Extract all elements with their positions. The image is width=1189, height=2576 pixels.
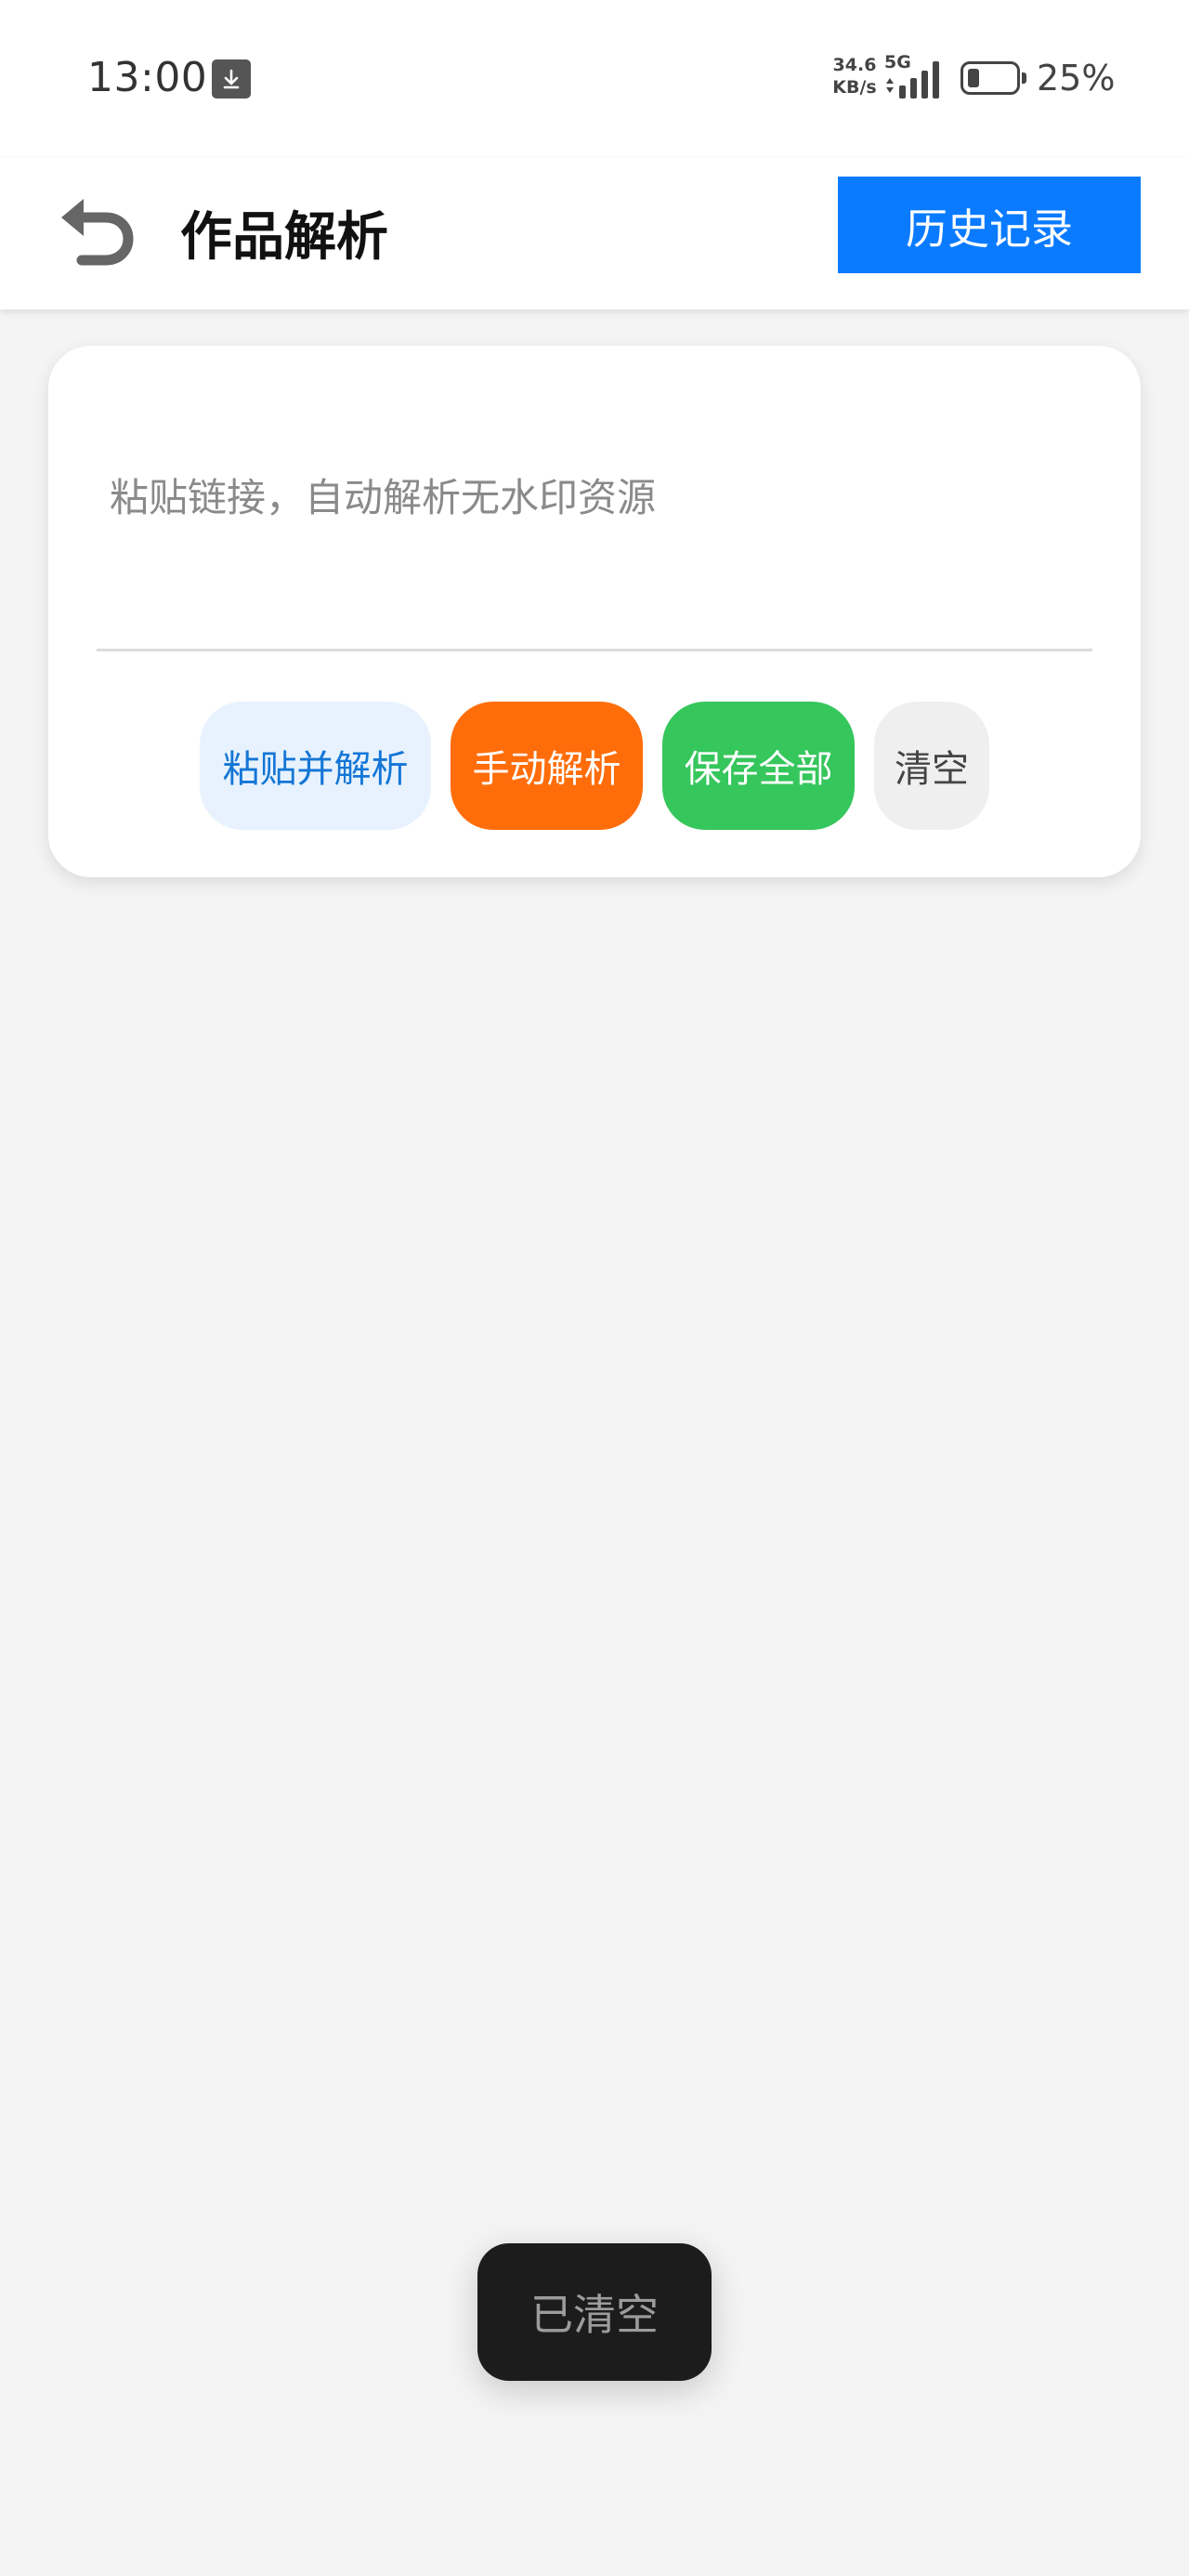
- battery-percent: 25%: [1037, 58, 1116, 99]
- battery-icon: [960, 61, 1026, 95]
- download-icon: [212, 59, 251, 99]
- app-toolbar: 作品解析 历史记录: [0, 158, 1189, 309]
- page-title: 作品解析: [180, 207, 388, 268]
- signal-strength-icon: [884, 59, 949, 102]
- toast-message: 已清空: [477, 2243, 712, 2381]
- status-bar: 13:00 34.6 KB/s 5G 25%: [0, 0, 1189, 158]
- net-speed-value: 34.6: [832, 55, 877, 75]
- manual-parse-button[interactable]: 手动解析: [451, 702, 643, 830]
- parse-card: 粘贴并解析 手动解析 保存全部 清空: [48, 346, 1141, 877]
- undo-arrow-icon: [61, 199, 134, 266]
- battery-terminal: [1022, 72, 1026, 84]
- net-speed-unit: KB/s: [832, 77, 877, 98]
- link-input[interactable]: [97, 346, 1092, 651]
- battery-level: [968, 69, 979, 87]
- status-time: 13:00: [87, 54, 208, 101]
- action-button-row: 粘贴并解析 手动解析 保存全部 清空: [48, 702, 1141, 830]
- history-button[interactable]: 历史记录: [838, 177, 1141, 273]
- save-all-button[interactable]: 保存全部: [662, 702, 855, 830]
- paste-and-parse-button[interactable]: 粘贴并解析: [200, 702, 431, 830]
- clear-button[interactable]: 清空: [874, 702, 989, 830]
- back-button[interactable]: [52, 186, 141, 275]
- net-speed: 34.6 KB/s: [832, 54, 877, 99]
